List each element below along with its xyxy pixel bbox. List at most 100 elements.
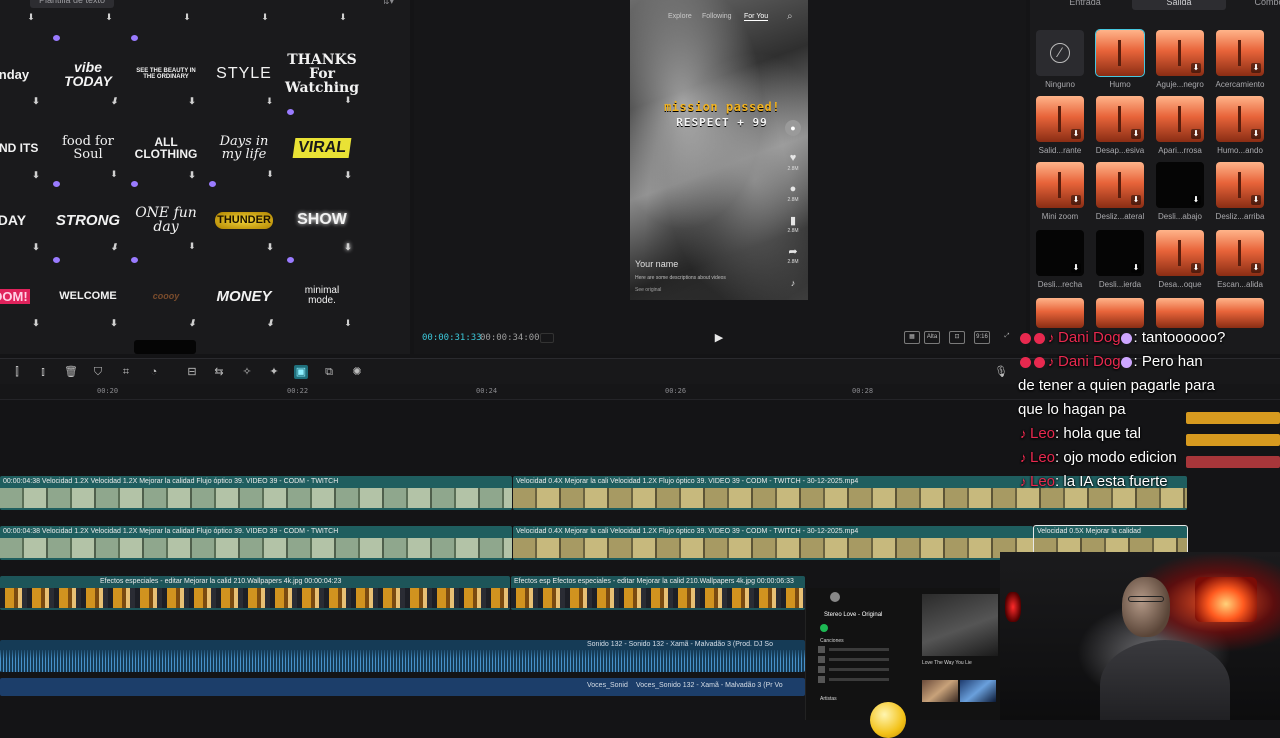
template-item[interactable]: vibe TODAY ⬇ <box>53 35 120 106</box>
tab-combo[interactable]: Combo <box>1244 0 1280 10</box>
template-item[interactable]: YOND ITS⬇ <box>0 118 42 180</box>
download-icon[interactable]: ⬇ <box>1131 195 1141 205</box>
download-icon[interactable]: ⬇ <box>31 318 41 328</box>
tab-salida[interactable]: Salida <box>1132 0 1226 10</box>
transition-item[interactable]: ⬇ <box>1216 230 1264 276</box>
shield-icon[interactable]: ⛉ <box>91 365 105 379</box>
download-icon[interactable]: ⬇ <box>1191 129 1201 139</box>
template-item[interactable]: food for Soul ⬇ <box>56 118 120 180</box>
transition-item[interactable]: ⬇ <box>1156 30 1204 76</box>
transition-item[interactable]: ⬇ <box>1156 162 1204 208</box>
safe-zone-icon[interactable]: ▦ <box>904 331 920 344</box>
transition-item[interactable]: ⬇ <box>1096 162 1144 208</box>
play-button[interactable]: ▶ <box>712 331 726 345</box>
transition-item[interactable]: ⬇ <box>1216 30 1264 76</box>
download-icon[interactable]: ⬇ <box>1191 63 1201 73</box>
download-icon[interactable]: ⬇ <box>343 170 353 180</box>
download-icon[interactable]: ⬇ <box>1251 129 1261 139</box>
split-icon[interactable]: ⫿ <box>10 365 24 379</box>
timecode-toggle[interactable] <box>540 333 554 343</box>
download-icon[interactable]: ⬇ <box>1071 263 1081 273</box>
template-item[interactable]: Days in my life ⬇ <box>212 118 276 180</box>
transition-item[interactable]: ⬇ <box>1156 230 1204 276</box>
transition-item[interactable]: ⬇ <box>1036 96 1084 142</box>
enhance-icon[interactable]: ✺ <box>350 365 364 379</box>
download-icon[interactable]: ⬇ <box>1251 195 1261 205</box>
effects-clip[interactable]: Efectos especiales - editar Mejorar la c… <box>0 576 510 610</box>
video-clip[interactable]: 00:00:04:38 Velocidad 1.2X Velocidad 1.2… <box>0 526 512 560</box>
transition-item[interactable]: ⬇ <box>1036 230 1084 276</box>
download-icon[interactable]: ⬇ <box>265 242 275 252</box>
magic-icon[interactable]: ✦ <box>267 365 281 379</box>
download-icon[interactable]: ⬇ <box>260 12 270 22</box>
template-item[interactable]: OOM!⬇ <box>0 266 42 328</box>
download-icon[interactable]: ⬇ <box>343 242 353 252</box>
tab-text-templates[interactable]: Plantilla de texto <box>30 0 115 8</box>
video-clip[interactable]: Velocidad 0.4X Mejorar la cali Velocidad… <box>513 526 1033 560</box>
template-item[interactable]: MONEY ⬇ <box>212 266 276 329</box>
download-icon[interactable]: ⬇ <box>1131 129 1141 139</box>
template-item[interactable]: THUNDER ⬇ <box>209 181 276 252</box>
download-icon[interactable]: ⬇ <box>1071 129 1081 139</box>
download-icon[interactable]: ⬇ <box>265 170 275 180</box>
reverse-icon[interactable]: ⇆ <box>212 365 226 379</box>
filter-icon[interactable]: ⇅▾ <box>382 0 402 6</box>
aspect-ratio-button[interactable]: 9:16 <box>974 331 990 344</box>
voice-audio-clip[interactable]: Voces_Sonid Voces_Sonido 132 - Xamã - Ma… <box>0 678 805 696</box>
fit-screen-icon[interactable]: ⊡ <box>949 331 965 344</box>
download-icon[interactable]: ⬇ <box>343 318 353 328</box>
template-item[interactable]: coooy ⬇ <box>131 257 198 328</box>
download-icon[interactable]: ⬇ <box>1191 263 1201 273</box>
download-icon[interactable]: ⬇ <box>338 12 348 22</box>
template-item[interactable]: SEE THE BEAUTY IN THE ORDINARY ⬇ <box>131 35 198 106</box>
transition-item[interactable] <box>1216 298 1264 328</box>
download-icon[interactable]: ⬇ <box>109 170 119 180</box>
download-icon[interactable]: ⬇ <box>26 12 36 22</box>
template-item[interactable]: IDAY⬇ <box>0 190 42 252</box>
transition-item[interactable] <box>1095 29 1145 77</box>
download-icon[interactable]: ⬇ <box>187 170 197 180</box>
template-item[interactable] <box>134 340 196 354</box>
download-icon[interactable]: ⬇ <box>1251 63 1261 73</box>
microphone-icon[interactable]: 🎙 <box>994 365 1008 379</box>
download-icon[interactable]: ⬇ <box>343 96 353 106</box>
download-icon[interactable]: ⬇ <box>1131 263 1141 273</box>
transition-item[interactable] <box>1156 298 1204 328</box>
video-clip[interactable]: 00:00:04:38 Velocidad 1.2X Velocidad 1.2… <box>0 476 512 510</box>
transition-item[interactable] <box>1096 298 1144 328</box>
freeze-frame-icon[interactable]: ⊟ <box>185 365 199 379</box>
transition-item[interactable] <box>1036 298 1084 328</box>
transition-item[interactable]: ⬇ <box>1156 96 1204 142</box>
transition-item[interactable]: ⬇ <box>1216 162 1264 208</box>
download-icon[interactable]: ⬇ <box>187 318 197 328</box>
download-icon[interactable]: ⬇ <box>31 242 41 252</box>
audio-clip[interactable]: Sonido 132 - Sonido 132 - Xamã - Malvadã… <box>0 640 805 672</box>
speed-icon[interactable]: ◔ <box>147 365 161 379</box>
download-icon[interactable]: ⬇ <box>31 170 41 180</box>
crop-icon[interactable]: ⌗ <box>119 365 133 379</box>
tab-entrada[interactable]: Entrada <box>1060 0 1110 10</box>
template-item[interactable]: ALL CLOTHING ⬇ <box>134 118 198 180</box>
video-preview[interactable]: Explore Following For You ⌕ mission pass… <box>630 0 808 300</box>
template-item[interactable]: STYLE ⬇ <box>212 44 276 107</box>
download-icon[interactable]: ⬇ <box>182 12 192 22</box>
download-icon[interactable]: ⬇ <box>104 12 114 22</box>
download-icon[interactable]: ⬇ <box>109 242 119 252</box>
download-icon[interactable]: ⬇ <box>187 96 197 106</box>
template-item[interactable]: THANKS For Watching ⬇ <box>285 44 359 106</box>
template-item[interactable]: WELCOME ⬇ <box>53 257 120 328</box>
template-item[interactable]: ONE fun day ⬇ <box>131 181 198 252</box>
download-icon[interactable]: ⬇ <box>109 96 119 106</box>
transition-item[interactable]: ⁄ <box>1036 30 1084 76</box>
template-item[interactable]: onday⬇ <box>0 44 42 107</box>
transition-item[interactable]: ⬇ <box>1036 162 1084 208</box>
split-left-icon[interactable]: ⫾ <box>36 365 50 379</box>
download-icon[interactable]: ⬇ <box>265 96 275 106</box>
effect-icon[interactable]: ✧ <box>240 365 254 379</box>
template-item[interactable]: STRONG ⬇ <box>53 181 120 252</box>
template-item[interactable]: SHOW ⬇ <box>290 190 354 253</box>
template-item[interactable]: minimal mode. ⬇ <box>287 257 354 328</box>
download-icon[interactable]: ⬇ <box>31 96 41 106</box>
transition-item[interactable]: ⬇ <box>1216 96 1264 142</box>
record-icon[interactable]: ⧉ <box>322 365 336 379</box>
